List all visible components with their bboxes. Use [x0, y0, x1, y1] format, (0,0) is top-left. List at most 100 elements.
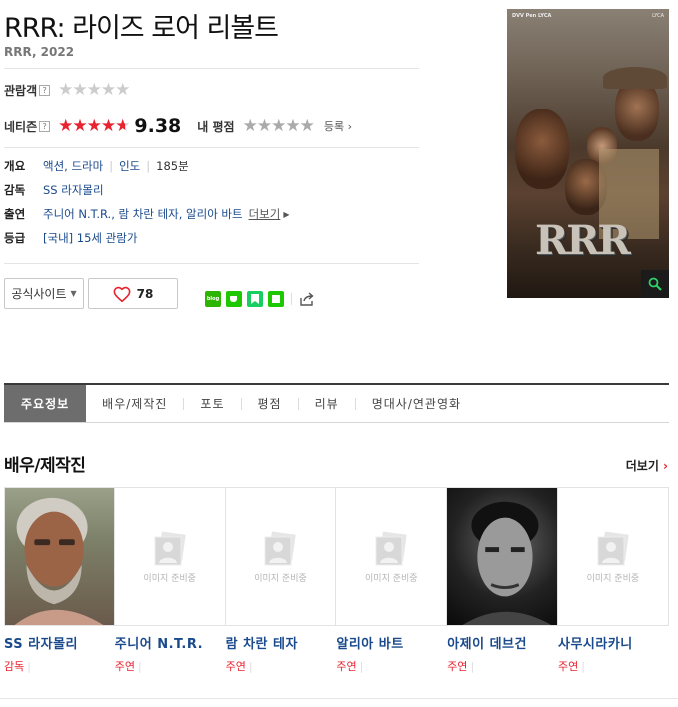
cast-card[interactable]: 아제이 데브건주연 | — [447, 487, 558, 674]
star-icon[interactable]: ★ — [300, 116, 315, 136]
help-icon[interactable]: ? — [39, 85, 51, 96]
cast-card[interactable]: SS 라자몰리감독 | — [4, 487, 115, 674]
register-label[interactable]: 등록 — [324, 120, 344, 133]
my-rating-stars[interactable]: ★★★★★ — [243, 116, 315, 136]
cafe-share-icon[interactable] — [226, 291, 242, 307]
star-icon[interactable]: ★ — [271, 116, 286, 136]
cast-card[interactable]: 이미지 준비중 람 차란 테자 주연 | — [225, 487, 337, 674]
triangle-right-icon: ▶ — [283, 209, 290, 219]
director-label: 감독 — [4, 183, 26, 197]
cast-photo[interactable]: 이미지 준비중 — [336, 487, 448, 626]
cast-photo[interactable] — [447, 487, 558, 626]
audience-label: 관람객 — [4, 84, 38, 98]
band-share-icon[interactable] — [268, 291, 284, 307]
section-more-label[interactable]: 더보기 — [626, 459, 659, 473]
separator: | — [27, 660, 31, 673]
cast-photo[interactable] — [4, 487, 115, 626]
separator: | — [581, 660, 585, 673]
star-icon[interactable]: ★ — [243, 116, 258, 136]
tab-quotes-related[interactable]: 명대사/연관영화 — [356, 385, 477, 422]
cast-role-label: 감독 — [4, 660, 25, 673]
cast-more-link[interactable]: 더보기 — [249, 206, 281, 222]
grade-label: 등급 — [4, 231, 26, 245]
tab-cast-crew[interactable]: 배우/제작진 — [86, 385, 183, 422]
person-photo — [462, 501, 552, 625]
separator: | — [109, 159, 114, 173]
zoom-button[interactable] — [641, 270, 669, 298]
cast-name[interactable]: 아제이 데브건 — [447, 633, 558, 652]
star-icon: ★ — [86, 115, 102, 136]
image-placeholder-icon — [261, 530, 299, 568]
tab-photo[interactable]: 포토 — [184, 385, 240, 422]
star-icon: ★ — [72, 80, 87, 100]
star-icon[interactable]: ★ — [257, 116, 272, 136]
genre-link[interactable]: 액션, 드라마 — [43, 158, 103, 174]
cast-card[interactable]: 이미지 준비중 사무시라카니 주연 | — [557, 487, 669, 674]
poster-title: RRR — [535, 217, 631, 264]
bookmark-share-icon[interactable] — [247, 291, 263, 307]
star-icon: ★ — [100, 115, 116, 136]
star-icon: ★ — [72, 115, 87, 136]
cast-role: 주연 | — [115, 658, 226, 674]
director-row: 감독 SS 라자몰리 — [4, 182, 104, 198]
chevron-right-icon: › — [663, 459, 668, 473]
cast-card[interactable]: 이미지 준비중주니어 N.T.R. 주연 | — [114, 487, 226, 674]
cast-name[interactable]: 람 차란 테자 — [226, 633, 337, 652]
star-icon[interactable]: ★ — [285, 116, 300, 136]
cast-grid: SS 라자몰리 감독 | 이미지 준비중 주니어 N.T.R. 주연 | 이미지 준비중 람 차… — [4, 487, 669, 674]
tab-bar: 주요정보 배우/제작진 포토 평점 리뷰 명대사/연관영화 — [4, 383, 669, 423]
movie-poster[interactable]: DVV Pen LYCA LYCA RRR — [507, 9, 669, 298]
register-rating-link[interactable]: 등록 › — [324, 118, 352, 134]
poster-figure — [515, 109, 569, 189]
share-icon[interactable] — [299, 291, 315, 307]
cast-name[interactable]: 사무시라카니 — [558, 633, 669, 652]
blog-badge: blog — [206, 296, 220, 302]
netizen-label: 네티즌 — [4, 119, 38, 134]
country-link[interactable]: 인도 — [119, 158, 140, 174]
blog-share-icon[interactable]: blog — [205, 291, 221, 307]
cast-role-label: 주연 — [225, 660, 246, 673]
cast-name[interactable]: SS 라자몰리 — [4, 633, 115, 652]
overview-label: 개요 — [4, 159, 26, 173]
grade-row: 등급 [국내] 15세 관람가 — [4, 230, 137, 246]
director-link[interactable]: SS 라자몰리 — [43, 182, 104, 198]
star-icon: ★ — [115, 80, 130, 100]
star-icon: ★ — [100, 80, 116, 100]
person-photo — [15, 497, 104, 625]
cast-photo[interactable]: 이미지 준비중 — [114, 487, 226, 626]
separator: | — [359, 660, 364, 673]
cast-photo[interactable]: 이미지 준비중 — [557, 487, 669, 626]
cast-role: 감독 | — [4, 658, 115, 674]
movie-subtitle: RRR, 2022 — [4, 45, 75, 59]
help-icon[interactable]: ? — [39, 120, 51, 132]
cast-name[interactable]: 알리아 바트 — [336, 633, 447, 652]
separator: | — [470, 660, 475, 673]
audience-rating-row: 관람객 ? ★★★★★ — [4, 80, 130, 100]
poster-hat — [603, 67, 667, 89]
like-button[interactable]: 78 — [88, 278, 178, 309]
cast-name[interactable]: 주니어 N.T.R. — [115, 633, 226, 652]
poster-logo: LYCA — [652, 13, 664, 19]
poster-credits: DVV Pen LYCA — [512, 13, 552, 19]
official-site-label: 공식사이트 — [11, 287, 67, 301]
section-more-link[interactable]: 더보기 › — [626, 457, 668, 474]
placeholder-label: 이미지 준비중 — [143, 573, 196, 584]
tab-main-info[interactable]: 주요정보 — [4, 385, 87, 422]
divider — [4, 263, 419, 264]
tab-ratings[interactable]: 평점 — [242, 385, 298, 422]
placeholder-label: 이미지 준비중 — [365, 573, 418, 584]
chevron-right-icon: › — [347, 120, 352, 133]
cast-row: 출연 주니어 N.T.R., 람 차란 테자, 알리아 바트 더보기 ▶ — [4, 206, 290, 222]
grade-link[interactable]: [국내] 15세 관람가 — [43, 230, 137, 246]
cast-photo[interactable]: 이미지 준비중 — [225, 487, 337, 626]
official-site-button[interactable]: 공식사이트 ▼ — [4, 278, 84, 309]
like-count: 78 — [136, 286, 154, 301]
cast-links[interactable]: 주니어 N.T.R., 람 차란 테자, 알리아 바트 — [43, 206, 243, 222]
separator — [291, 293, 292, 305]
star-icon: ★ — [115, 115, 130, 136]
tab-review[interactable]: 리뷰 — [299, 385, 355, 422]
caret-down-icon: ▼ — [70, 289, 77, 298]
cast-card[interactable]: 이미지 준비중 알리아 바트 주연 | — [336, 487, 448, 674]
cast-role: 주연 | — [447, 658, 558, 674]
image-placeholder-icon — [151, 530, 189, 568]
